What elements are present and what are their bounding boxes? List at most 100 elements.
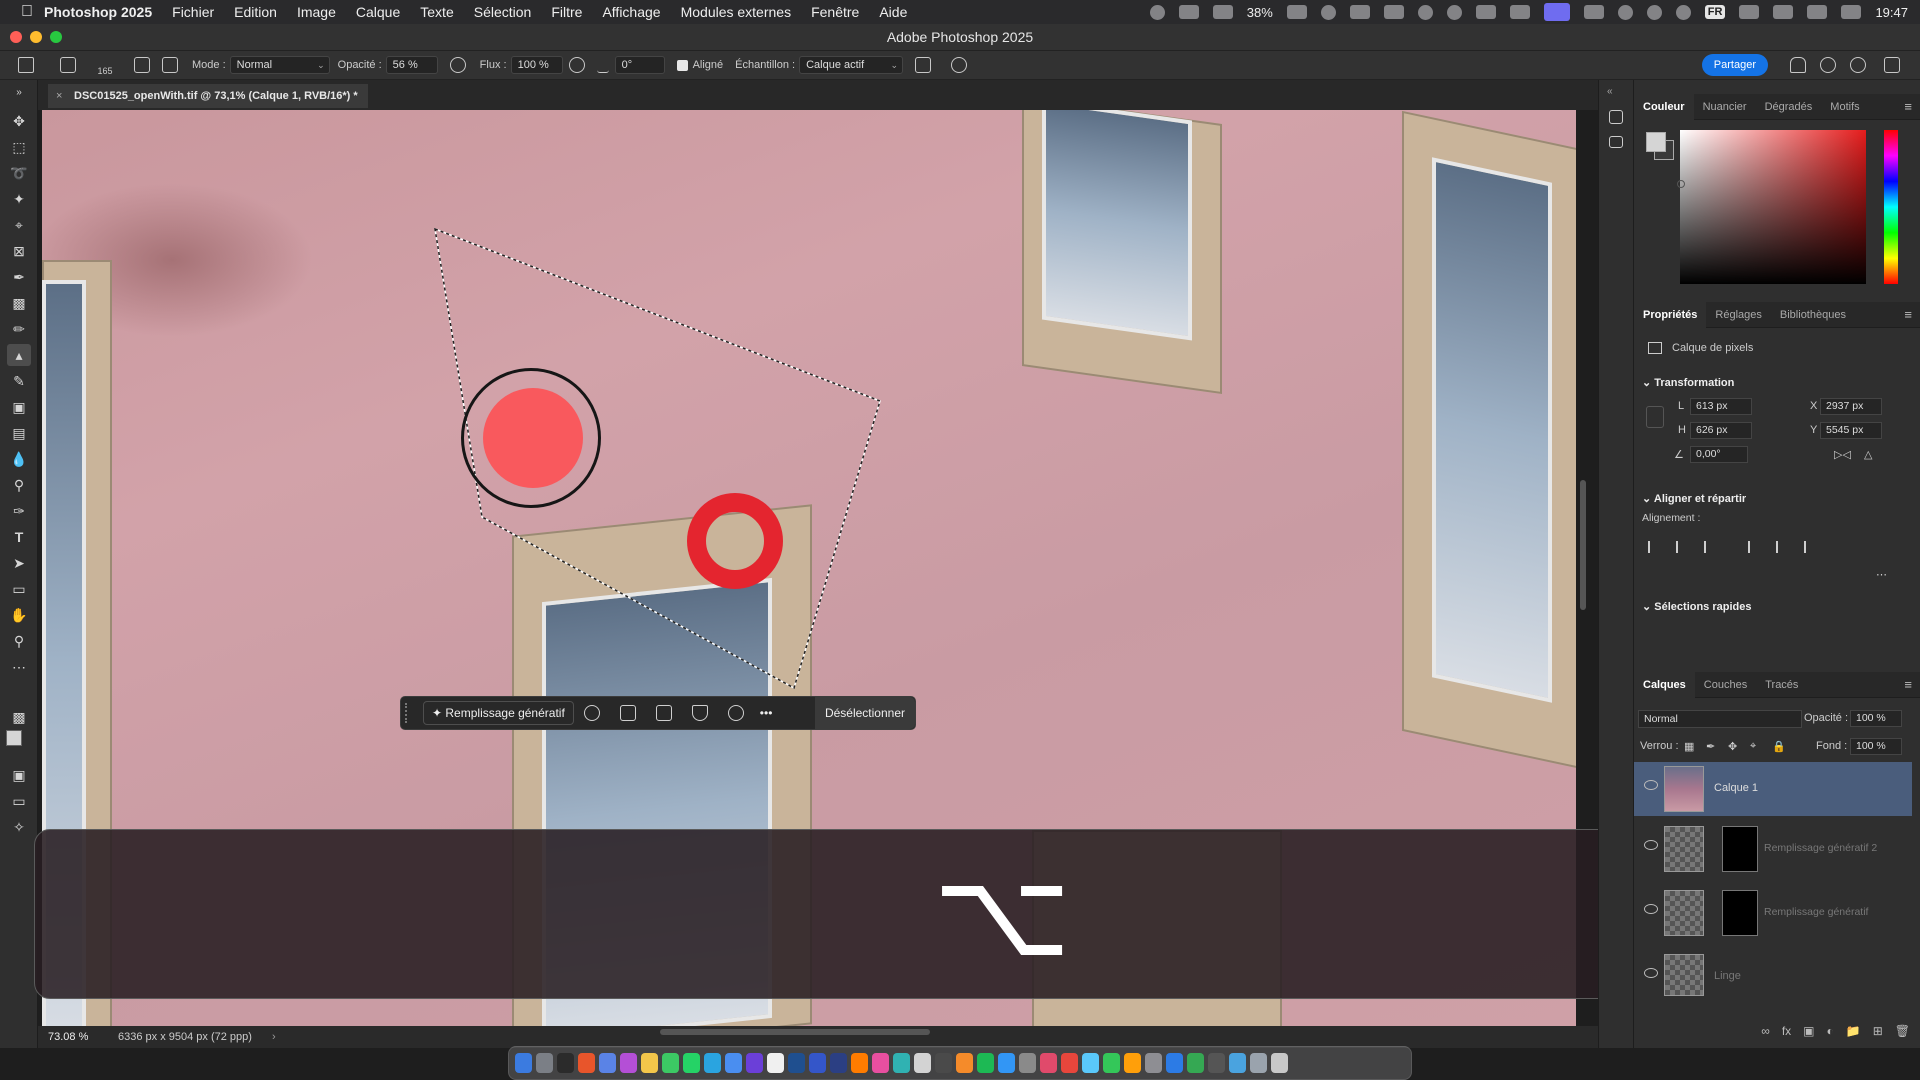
stats-icon[interactable] — [1349, 5, 1370, 19]
facetime-icon[interactable] — [1103, 1053, 1120, 1073]
ignore-adjustment-layers-icon[interactable] — [915, 57, 932, 73]
zoom-window-button[interactable] — [50, 31, 62, 43]
invert-selection-icon[interactable] — [619, 705, 636, 721]
drive-icon[interactable] — [1320, 4, 1336, 20]
control-center-icon[interactable] — [1841, 5, 1862, 19]
brush-tool-icon[interactable]: ✏ — [9, 320, 29, 338]
layer-style-fx-icon[interactable]: fx — [1782, 1024, 1791, 1038]
cloud-icon[interactable] — [1286, 5, 1307, 19]
tab-couleur[interactable]: Couleur — [1634, 93, 1694, 120]
more-tools-icon[interactable]: ⋯ — [9, 658, 29, 676]
lock-transparency-icon[interactable]: ▦ — [1684, 740, 1694, 753]
screen-mode-icon[interactable]: ▭ — [9, 792, 29, 810]
layer-visibility-eye-icon[interactable] — [1644, 968, 1658, 978]
creative-cloud-dock-icon[interactable] — [893, 1053, 910, 1073]
layer-blend-mode-select[interactable]: Normal — [1638, 710, 1802, 728]
hand-tool-icon[interactable]: ✋ — [9, 606, 29, 624]
layer-visibility-eye-icon[interactable] — [1644, 840, 1658, 850]
sample-select[interactable]: Calque actif ⌄ — [799, 56, 904, 74]
vlc-icon[interactable] — [956, 1053, 973, 1073]
mode-select[interactable]: Normal ⌄ — [229, 56, 330, 74]
hue-slider[interactable] — [1884, 130, 1898, 284]
color-picker-field[interactable] — [1677, 130, 1866, 284]
mask-icon[interactable] — [655, 705, 672, 721]
type-tool-icon[interactable]: T — [9, 528, 29, 546]
finder-icon[interactable] — [515, 1053, 532, 1073]
panel-menu-icon[interactable]: ≡ — [1904, 307, 1912, 322]
comments-icon[interactable] — [1609, 136, 1623, 148]
illustrator-icon[interactable] — [851, 1053, 868, 1073]
screen-mirroring-icon[interactable] — [1543, 3, 1570, 21]
quick-selections-heading[interactable]: ⌄ Sélections rapides — [1642, 600, 1752, 613]
menu-selection[interactable]: Sélection — [474, 4, 532, 20]
panel-menu-icon[interactable]: ≡ — [1904, 99, 1912, 114]
menu-texte[interactable]: Texte — [420, 4, 453, 20]
y-field[interactable]: 5545 px — [1820, 422, 1882, 439]
tab-degrades[interactable]: Dégradés — [1756, 94, 1822, 120]
safari-icon[interactable] — [767, 1053, 784, 1073]
deselect-button[interactable]: Désélectionner — [814, 697, 915, 729]
generative-fill-button[interactable]: ✦ Remplissage génératif — [423, 701, 574, 725]
lock-all-icon[interactable]: 🔒 — [1772, 740, 1786, 753]
layer-row-generative-fill-2[interactable]: Remplissage génératif 2 — [1634, 822, 1912, 876]
flow-field[interactable]: 100 % — [510, 56, 563, 74]
screen-record-icon[interactable] — [1178, 5, 1199, 19]
horizontal-scrollbar[interactable] — [660, 1029, 930, 1035]
pressure-opacity-icon[interactable] — [449, 57, 466, 73]
lightroom-classic-icon[interactable] — [830, 1053, 847, 1073]
menu-edition[interactable]: Edition — [234, 4, 277, 20]
color-picker-handle[interactable] — [1677, 180, 1685, 188]
close-window-button[interactable] — [10, 31, 22, 43]
volume-icon[interactable] — [1739, 5, 1760, 19]
layer-visibility-eye-icon[interactable] — [1644, 780, 1658, 790]
shield-icon[interactable] — [1475, 5, 1496, 19]
share-button[interactable]: Partager — [1701, 54, 1768, 76]
chevron-right-icon[interactable]: › — [272, 1031, 276, 1043]
discover-lightbulb-icon[interactable] — [1850, 57, 1866, 73]
minimize-window-button[interactable] — [30, 31, 42, 43]
photoshop-icon[interactable] — [788, 1053, 805, 1073]
menu-aide[interactable]: Aide — [879, 4, 907, 20]
align-center-horizontal-icon[interactable] — [1676, 541, 1690, 553]
lock-position-icon[interactable]: ✥ — [1728, 740, 1737, 753]
fill-field[interactable]: 100 % — [1850, 738, 1902, 755]
flip-horizontal-icon[interactable]: ▷◁ — [1834, 448, 1851, 461]
creative-cloud-icon[interactable] — [1149, 4, 1165, 20]
airbrush-icon[interactable] — [568, 57, 585, 73]
terminal-icon[interactable] — [557, 1053, 574, 1073]
menu-affichage[interactable]: Affichage — [602, 4, 660, 20]
link-layers-icon[interactable]: ∞ — [1761, 1024, 1770, 1038]
lock-artboard-icon[interactable]: ⌖ — [1750, 740, 1756, 753]
angle-field[interactable]: 0° — [614, 56, 665, 74]
downloads-folder-icon[interactable] — [1229, 1053, 1246, 1073]
rotation-field[interactable]: 0,00° — [1690, 446, 1748, 463]
window-manager-icon[interactable] — [1383, 5, 1404, 19]
tab-calques[interactable]: Calques — [1634, 671, 1695, 698]
new-group-icon[interactable]: 📁 — [1846, 1024, 1861, 1038]
lock-pixels-icon[interactable]: ✒ — [1706, 740, 1715, 753]
move-tool-icon[interactable]: ✥ — [9, 112, 29, 130]
aligned-checkbox[interactable] — [676, 59, 688, 71]
eyedropper-tool-icon[interactable]: ✒ — [9, 268, 29, 286]
dodge-tool-icon[interactable]: ⚲ — [9, 476, 29, 494]
notifications-bell-icon[interactable] — [1790, 57, 1806, 73]
firefox-icon[interactable] — [578, 1053, 595, 1073]
lightroom-icon[interactable] — [809, 1053, 826, 1073]
modify-selection-icon[interactable] — [583, 705, 600, 721]
tab-nuancier[interactable]: Nuancier — [1694, 94, 1756, 120]
tab-bibliotheques[interactable]: Bibliothèques — [1771, 302, 1855, 328]
crop-tool-icon[interactable]: ⌖ — [9, 216, 29, 234]
gradient-tool-icon[interactable]: ▤ — [9, 424, 29, 442]
history-icon[interactable] — [1609, 110, 1623, 124]
maps-icon[interactable] — [1082, 1053, 1099, 1073]
input-language-badge[interactable]: FR — [1704, 5, 1726, 19]
zoom-tool-icon[interactable]: ⚲ — [9, 632, 29, 650]
telegram-icon[interactable] — [704, 1053, 721, 1073]
align-left-icon[interactable] — [1648, 541, 1662, 553]
layer-visibility-eye-icon[interactable] — [1644, 904, 1658, 914]
menu-calque[interactable]: Calque — [356, 4, 400, 20]
proton-icon[interactable] — [746, 1053, 763, 1073]
brush-size-readout[interactable]: 165 — [90, 66, 120, 76]
tab-motifs[interactable]: Motifs — [1821, 94, 1868, 120]
layer-row-calque-1[interactable]: Calque 1 — [1634, 762, 1912, 816]
